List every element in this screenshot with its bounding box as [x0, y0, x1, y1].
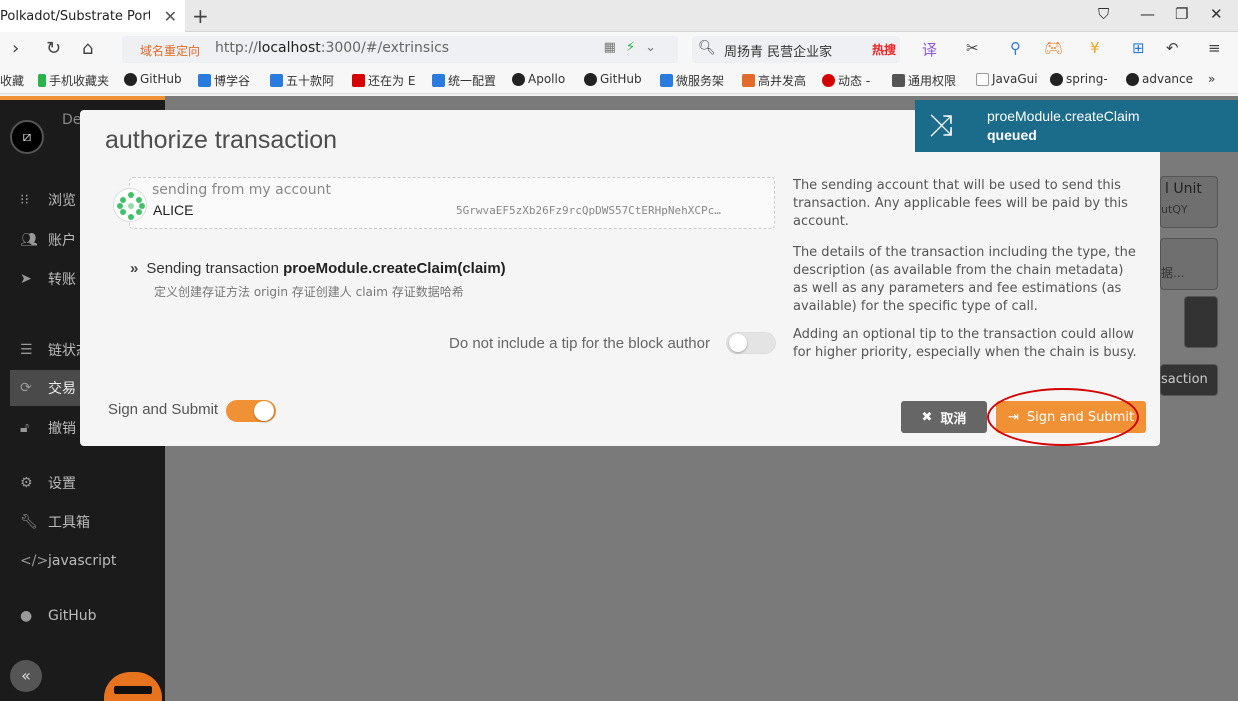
hot-search-badge[interactable]: 热搜	[872, 41, 896, 58]
close-icon: ✖	[921, 409, 933, 425]
bookmark-item[interactable]: 收藏	[0, 72, 24, 89]
authorize-modal: authorize transaction sending from my ac…	[80, 110, 1160, 446]
scissors-icon[interactable]: ✂	[966, 39, 979, 57]
reload-icon[interactable]: ↻	[46, 38, 61, 59]
shirt-icon[interactable]: ⛉	[1098, 5, 1109, 23]
account-label: sending from my account	[152, 182, 331, 198]
cancel-button[interactable]: ✖ 取消	[901, 401, 987, 433]
bookmark-item[interactable]: Apollo	[512, 72, 565, 86]
submit-transaction-button[interactable]: saction	[1160, 364, 1218, 396]
minimize-icon[interactable]: —	[1140, 5, 1155, 23]
game-icon[interactable]: 🎮︎	[1044, 39, 1063, 57]
modal-title: authorize transaction	[105, 126, 338, 154]
bookmark-item[interactable]: 微服务架	[660, 72, 724, 89]
translate-icon[interactable]: 译	[922, 39, 937, 60]
undo-icon[interactable]: ↶	[1166, 39, 1179, 57]
tip-label: Do not include a tip for the block autho…	[449, 335, 710, 352]
menu-icon[interactable]: ≡	[1208, 39, 1221, 57]
app-logo[interactable]: ⧄	[10, 120, 44, 154]
toast-status: queued	[987, 127, 1037, 143]
account-address: 5GrwvaEF5zXb26Fz9rcQpDWS57CtERHpNehXCPc…	[456, 204, 721, 217]
sidebar-item-toolbox[interactable]: 🔧︎ 工具箱	[0, 504, 165, 540]
account-identicon	[113, 188, 147, 222]
bookmark-item[interactable]: 手机收藏夹	[38, 72, 109, 89]
send-icon: ➤	[20, 271, 32, 287]
help-account: The sending account that will be used to…	[793, 178, 1128, 229]
tab-title: Polkadot/Substrate Portal	[0, 8, 150, 24]
bookmark-item[interactable]: JavaGui	[976, 72, 1038, 86]
tip-toggle[interactable]	[726, 332, 776, 354]
shield-icon[interactable]: ¥	[1090, 39, 1100, 57]
bookmark-item[interactable]: 博学谷	[198, 72, 250, 89]
database-icon: ☰	[20, 342, 33, 358]
unlock-icon: 🔓︎	[20, 420, 30, 436]
search-input[interactable]: 🔍︎ 周扬青 民营企业家 热搜	[692, 36, 900, 63]
bookmark-item[interactable]: 还在为 E	[352, 72, 415, 89]
cogs-icon: ⚙	[20, 475, 33, 491]
sidebar-item-settings[interactable]: ⚙ 设置	[0, 465, 165, 501]
highlight-annotation	[987, 388, 1139, 446]
call-select[interactable]: 据...	[1160, 238, 1218, 290]
search-tool-icon[interactable]: ⚲	[1010, 39, 1021, 57]
bookmark-item[interactable]: 高并发高	[742, 72, 806, 89]
browser-tab[interactable]: Polkadot/Substrate Portal ✕	[0, 0, 185, 32]
apps-icon[interactable]: ⊞	[1132, 39, 1145, 57]
users-icon: 👥︎	[20, 232, 38, 248]
wrench-icon: 🔧︎	[20, 514, 38, 530]
bookmark-item[interactable]: spring-	[1050, 72, 1108, 86]
help-details: The details of the transaction including…	[793, 245, 1136, 314]
transaction-call: proeModule.createClaim(claim)	[283, 260, 506, 277]
forward-icon[interactable]: ›	[12, 38, 19, 59]
bookmark-item[interactable]: 通用权限	[892, 72, 956, 89]
sync-icon: ⟳	[20, 380, 32, 396]
code-icon: </>	[20, 553, 49, 569]
more-bookmarks-icon[interactable]: »	[1208, 72, 1215, 86]
sign-toggle-label: Sign and Submit	[108, 401, 219, 418]
redirect-label: 域名重定向	[140, 44, 201, 58]
chain-label: De	[62, 112, 82, 128]
chevron-right-icon: »	[130, 260, 139, 277]
shuffle-icon: ⤨	[929, 108, 953, 143]
help-tip: Adding an optional tip to the transactio…	[793, 327, 1137, 360]
close-icon[interactable]: ✕	[164, 7, 177, 26]
search-text: 周扬青 民营企业家	[724, 45, 833, 60]
transaction-description: 定义创建存证方法 origin 存证创建人 claim 存证数据哈希	[154, 285, 464, 299]
file-icon[interactable]	[1184, 296, 1218, 348]
collapse-sidebar-button[interactable]: «	[10, 660, 42, 692]
bookmark-item[interactable]: 动态 -	[822, 72, 870, 89]
account-name: ALICE	[153, 202, 194, 218]
grid-icon: ⁝⁝	[20, 192, 29, 208]
address-bar: › ↻ ⌂ 域名重定向 http://localhost:3000/#/extr…	[0, 32, 1238, 66]
browser-tab-bar: Polkadot/Substrate Portal ✕ + ⛉ — ❐ ✕	[0, 0, 1238, 32]
bookmark-item[interactable]: 五十款阿	[270, 72, 334, 89]
new-tab-icon[interactable]: +	[192, 4, 209, 28]
sign-submit-toggle[interactable]	[226, 400, 276, 422]
transaction-summary[interactable]: » Sending transaction proeModule.createCl…	[130, 260, 506, 277]
bookmarks-bar: 收藏 手机收藏夹 GitHub 博学谷 五十款阿 还在为 E 统一配置 Apol…	[0, 66, 1238, 94]
bookmark-item[interactable]: GitHub	[584, 72, 642, 86]
sidebar-item-javascript[interactable]: </> javascript	[0, 543, 165, 579]
status-toast[interactable]: ⤨ proeModule.createClaim queued	[915, 100, 1238, 152]
search-icon: 🔍︎	[698, 40, 716, 56]
url-input[interactable]: 域名重定向 http://localhost:3000/#/extrinsics…	[122, 36, 678, 63]
github-icon: ●	[20, 608, 33, 624]
close-window-icon[interactable]: ✕	[1210, 5, 1223, 23]
restore-icon[interactable]: ❐	[1175, 5, 1188, 23]
bookmark-item[interactable]: GitHub	[124, 72, 182, 86]
bookmark-item[interactable]: 统一配置	[432, 72, 496, 89]
bookmark-item[interactable]: advance	[1126, 72, 1193, 86]
url-text: http://localhost:3000/#/extrinsics	[215, 40, 450, 56]
sidebar-item-github[interactable]: ● GitHub	[0, 598, 165, 634]
home-icon[interactable]: ⌂	[82, 38, 93, 59]
url-actions-icon[interactable]: ▦⚡⌄	[604, 40, 666, 55]
sender-account[interactable]: sending from my account ALICE 5GrwvaEF5z…	[113, 177, 775, 229]
toast-call: proeModule.createClaim	[987, 108, 1140, 124]
unit-select[interactable]: l Unit utQY	[1160, 176, 1218, 228]
